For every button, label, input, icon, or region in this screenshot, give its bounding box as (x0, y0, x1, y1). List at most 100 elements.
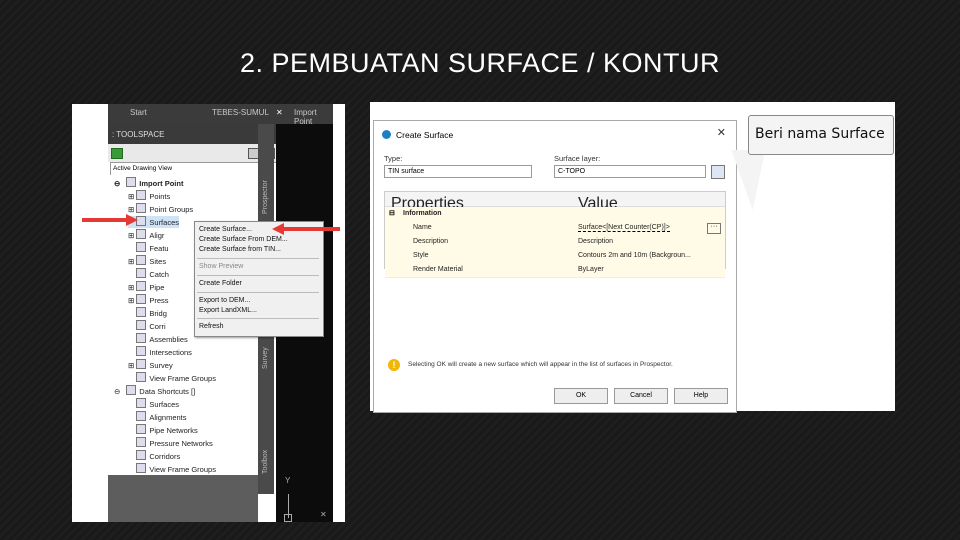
type-label: Type: (384, 154, 403, 163)
plus-icon[interactable]: ⊞ (128, 361, 134, 370)
tab-toolbox[interactable]: Toolbox (262, 450, 269, 474)
tree-item-ds-pressure-networks[interactable]: ⊞ Pressure Networks (128, 437, 213, 449)
tree-item-label: Points (149, 192, 171, 201)
tree-item-catchments[interactable]: ⊞ Catch (128, 268, 169, 280)
pipe-icon (136, 281, 147, 291)
drawing-icon[interactable] (111, 148, 123, 159)
menu-export-to-dem[interactable]: Export to DEM... (199, 297, 250, 304)
tree-item-alignments[interactable]: ⊞ Aligr (128, 229, 164, 241)
bridge-icon (136, 307, 147, 317)
assembly-icon (136, 333, 147, 343)
row-name[interactable]: Name Surface<[Next Counter(CP)]> ··· (385, 221, 725, 236)
create-surface-dialog: Create Surface ✕ Type: TIN surface Surfa… (373, 120, 737, 413)
slide-title: 2. PEMBUATAN SURFACE / KONTUR (239, 48, 721, 78)
plus-icon[interactable]: ⊞ (128, 205, 134, 214)
tree-item-sites[interactable]: ⊞ Sites (128, 255, 166, 267)
tree-item-ds-alignments[interactable]: ⊞ Alignments (128, 411, 187, 423)
section-information[interactable]: ⊟ Information (385, 207, 725, 222)
tree-item-pressure-networks[interactable]: ⊞ Press (128, 294, 169, 306)
row-description[interactable]: Description Description (385, 235, 725, 250)
tree-item-ds-surfaces[interactable]: ⊞ Surfaces (128, 398, 179, 410)
tree-item-ds-corridors[interactable]: ⊞ Corridors (128, 450, 180, 462)
tree-item-label: Catch (149, 270, 169, 279)
section-label: Information (403, 210, 442, 217)
collapse-icon[interactable]: ⊟ (389, 209, 395, 217)
tree-item-data-shortcuts[interactable]: ⊖ Data Shortcuts [] (114, 385, 195, 397)
tree-item-corridors[interactable]: ⊞ Corri (128, 320, 166, 332)
value-description[interactable]: Description (578, 238, 613, 245)
tree-item-view-frame-groups[interactable]: ⊞ View Frame Groups (128, 372, 216, 384)
tree-item-label: Corri (149, 322, 166, 331)
tree-item-pipe-networks[interactable]: ⊞ Pipe (128, 281, 164, 293)
tree-item-label: View Frame Groups (149, 374, 216, 383)
ellipsis-button[interactable]: ··· (707, 223, 721, 234)
value-style[interactable]: Contours 2m and 10m (Backgroun... (578, 252, 691, 259)
value-name[interactable]: Surface<[Next Counter(CP)]> (578, 224, 670, 232)
prop-name: Name (413, 224, 432, 231)
menu-create-surface-from-tin[interactable]: Create Surface from TIN... (199, 246, 281, 253)
close-icon[interactable]: ✕ (276, 108, 283, 117)
row-render-material[interactable]: Render Material ByLayer (385, 263, 725, 278)
layer-field[interactable]: C-TOPO (554, 165, 706, 178)
tree-item-intersections[interactable]: ⊞ Intersections (128, 346, 192, 358)
tree-item-ds-pipe-networks[interactable]: ⊞ Pipe Networks (128, 424, 198, 436)
type-select[interactable]: TIN surface (384, 165, 532, 178)
tree-item-assemblies[interactable]: ⊞ Assemblies (128, 333, 188, 345)
menu-separator (197, 275, 319, 276)
tab-survey[interactable]: Survey (262, 347, 269, 369)
minus-icon[interactable]: ⊖ (114, 179, 120, 188)
tree-item-label: Surfaces (149, 400, 179, 409)
plus-icon[interactable]: ⊞ (128, 231, 134, 240)
minus-icon[interactable]: ⊖ (114, 387, 120, 396)
tree-item-label: Alignments (149, 413, 187, 422)
tree-item-import-point[interactable]: ⊖ Import Point (114, 177, 183, 189)
points-icon (136, 190, 147, 200)
toolspace-screenshot: Start TEBES-SUMUL ✕ Import Point : TOOLS… (72, 104, 345, 522)
tree-item-bridges[interactable]: ⊞ Bridg (128, 307, 167, 319)
help-button[interactable]: Help (674, 388, 728, 404)
view-frame-icon (136, 463, 147, 473)
menu-create-folder[interactable]: Create Folder (199, 280, 242, 287)
catchment-icon (136, 268, 147, 278)
row-style[interactable]: Style Contours 2m and 10m (Backgroun... (385, 249, 725, 264)
menu-create-surface-from-dem[interactable]: Create Surface From DEM... (199, 236, 288, 243)
database-icon (126, 385, 137, 395)
toolspace-title: : TOOLSPACE (112, 130, 165, 139)
corridor-icon (136, 320, 147, 330)
plus-icon[interactable]: ⊞ (128, 283, 134, 292)
value-render-material[interactable]: ByLayer (578, 266, 604, 273)
survey-icon (136, 359, 147, 369)
close-icon[interactable]: ✕ (717, 126, 726, 139)
intersection-icon (136, 346, 147, 356)
menu-separator (197, 292, 319, 293)
tree-item-label: Surfaces (149, 218, 179, 227)
menu-separator (197, 258, 319, 259)
cancel-button[interactable]: Cancel (614, 388, 668, 404)
tree-item-ds-view-frame-groups[interactable]: ⊞ View Frame Groups (128, 463, 216, 475)
plus-icon[interactable]: ⊞ (128, 192, 134, 201)
layer-value: C-TOPO (558, 168, 586, 175)
plus-icon[interactable]: ⊞ (128, 296, 134, 305)
plus-icon[interactable]: ⊞ (128, 257, 134, 266)
tree-item-feature-lines[interactable]: ⊞ Featu (128, 242, 169, 254)
menu-create-surface[interactable]: Create Surface... (199, 226, 252, 233)
prop-render-material: Render Material (413, 266, 463, 273)
ucs-y-label: Y (285, 476, 291, 485)
ok-button[interactable]: OK (554, 388, 608, 404)
tab-tebes-sumul[interactable]: TEBES-SUMUL (212, 108, 269, 117)
view-dropdown-value: Active Drawing View (113, 165, 173, 172)
pipe-icon (136, 424, 147, 434)
tree-item-points[interactable]: ⊞ Points (128, 190, 170, 202)
sites-icon (136, 255, 147, 265)
menu-refresh[interactable]: Refresh (199, 323, 224, 330)
menu-export-landxml[interactable]: Export LandXML... (199, 307, 257, 314)
tab-prospector[interactable]: Prospector (262, 180, 269, 214)
layer-picker-icon[interactable] (711, 165, 725, 179)
tree-item-label: Sites (149, 257, 167, 266)
tree-item-survey[interactable]: ⊞ Survey (128, 359, 173, 371)
menu-show-preview[interactable]: Show Preview (199, 263, 243, 270)
tab-start[interactable]: Start (130, 108, 147, 117)
tree-item-label: Import Point (139, 179, 184, 188)
close-icon[interactable]: ✕ (320, 510, 327, 519)
item-view-panel (108, 475, 258, 522)
